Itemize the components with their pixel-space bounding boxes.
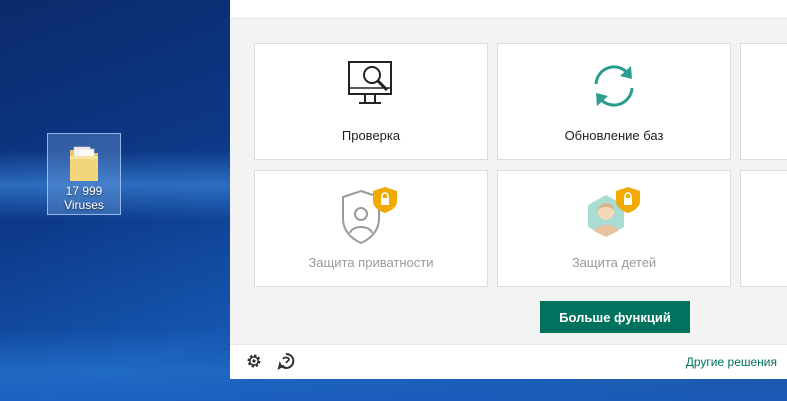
more-features-button[interactable]: Больше функций [540, 301, 690, 333]
tile-privacy-label: Защита приватности [308, 255, 434, 270]
gear-icon[interactable] [245, 352, 263, 370]
refresh-icon [594, 65, 634, 107]
tile-child-protection[interactable]: Защита детей [497, 170, 731, 287]
antivirus-main-window: Проверка Обновление баз Защита приватнос… [230, 0, 787, 379]
tile-update-databases[interactable]: Обновление баз [497, 43, 731, 160]
tile-scan-label: Проверка [341, 128, 401, 143]
tile-partial-bottom[interactable] [740, 170, 787, 287]
folder-icon [70, 146, 98, 181]
desktop-icon-label-line1: 17 999 [65, 184, 103, 198]
lock-badge-icon [373, 187, 397, 213]
support-icon[interactable] [277, 352, 295, 370]
window-top-bar [230, 0, 787, 19]
tile-kids-label: Защита детей [571, 255, 657, 270]
monitor-search-icon [348, 61, 392, 104]
app-footer: Другие решения [230, 344, 787, 379]
child-protection-icon [588, 187, 640, 237]
tile-update-label: Обновление баз [564, 128, 664, 143]
desktop-folder-viruses[interactable]: 17 999 Viruses [47, 133, 121, 215]
privacy-shield-icon [342, 187, 397, 245]
tile-privacy-protection[interactable]: Защита приватности [254, 170, 488, 287]
tile-partial-top[interactable] [740, 43, 787, 160]
desktop-icon-label-line2: Viruses [64, 198, 104, 212]
other-solutions-link[interactable]: Другие решения [686, 355, 777, 369]
tile-scan[interactable]: Проверка [254, 43, 488, 160]
